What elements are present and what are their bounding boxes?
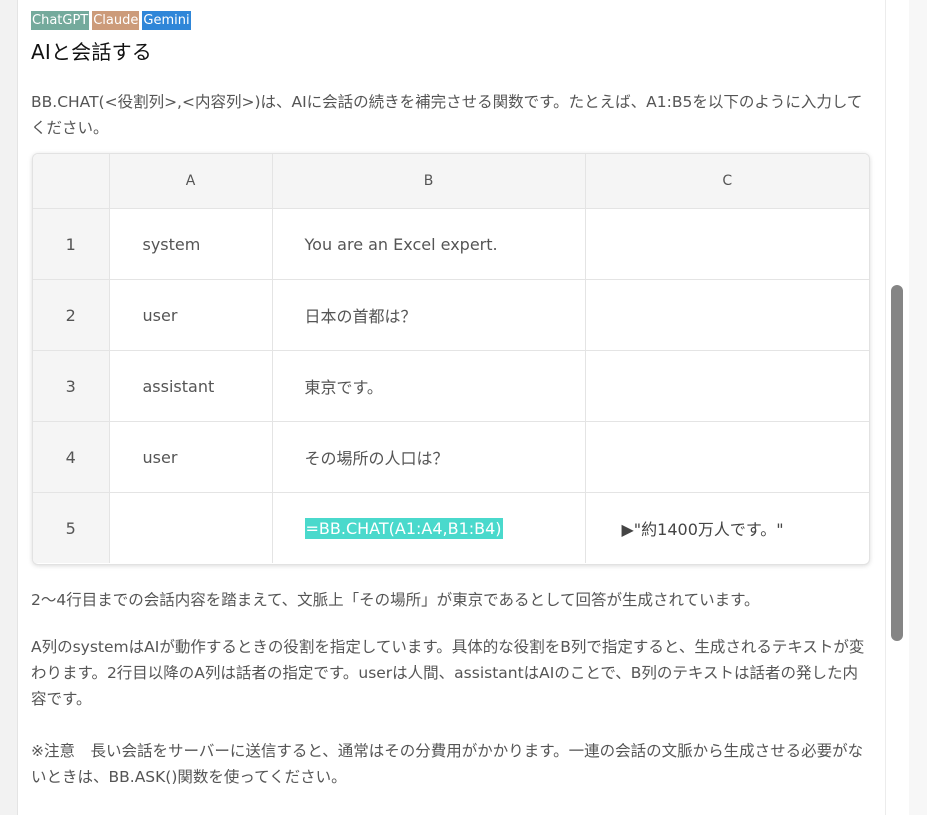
cell-b1: You are an Excel expert. (272, 208, 586, 280)
cell-a4: user (109, 421, 273, 493)
badge-chatgpt: ChatGPT (31, 11, 90, 30)
cell-c2 (585, 279, 869, 351)
table-row: 1 system You are an Excel expert. (33, 208, 869, 280)
cell-b4: その場所の人口は？ (272, 421, 586, 493)
column-header-c: C (585, 154, 869, 209)
badge-gemini: Gemini (142, 11, 191, 30)
row-number: 4 (33, 421, 110, 493)
row-number: 3 (33, 350, 110, 422)
note-paragraph: ※注意 長い会話をサーバーに送信すると、通常はその分費用がかかります。一連の会話… (31, 742, 864, 786)
spreadsheet-table: A B C 1 system You are an Excel expert. … (33, 154, 869, 563)
spreadsheet-example: A B C 1 system You are an Excel expert. … (32, 153, 870, 565)
cell-a1: system (109, 208, 273, 280)
explanation-paragraph-1: 2〜4行目までの会話内容を踏まえて、文脈上「その場所」が東京であるとして回答が生… (31, 591, 760, 609)
column-header-row: A B C (33, 154, 869, 209)
formula-highlight: =BB.CHAT(A1:A4,B1:B4) (304, 517, 503, 539)
cell-b5: =BB.CHAT(A1:A4,B1:B4) (272, 492, 586, 563)
row-number: 1 (33, 208, 110, 280)
cell-b2: 日本の首都は？ (272, 279, 586, 351)
cell-c4 (585, 421, 869, 493)
cell-a5 (109, 492, 273, 563)
scrollbar-thumb[interactable] (891, 285, 903, 641)
cell-c3 (585, 350, 869, 422)
window-edge (909, 0, 927, 815)
cell-a3: assistant (109, 350, 273, 422)
table-row: 3 assistant 東京です。 (33, 350, 869, 422)
cell-c1 (585, 208, 869, 280)
intro-paragraph: BB.CHAT(<役割列>,<内容列>)は、AIに会話の続きを補完させる関数です… (31, 93, 863, 137)
cell-a2: user (109, 279, 273, 351)
row-number: 5 (33, 492, 110, 563)
cell-c5: ▶"約1400万人です。" (585, 493, 869, 564)
row-number: 2 (33, 279, 110, 351)
table-row: 4 user その場所の人口は？ (33, 421, 869, 493)
corner-cell (33, 154, 110, 209)
explanation-paragraph-2: A列のsystemはAIが動作するときの役割を指定しています。具体的な役割をB列… (31, 638, 865, 708)
section-title: AIと会話する (31, 40, 152, 64)
table-row: 2 user 日本の首都は？ (33, 279, 869, 351)
result-value: ▶"約1400万人です。" (621, 520, 784, 539)
column-header-a: A (109, 154, 273, 209)
cell-b3: 東京です。 (272, 350, 586, 422)
column-header-b: B (272, 154, 586, 209)
badge-claude: Claude (92, 11, 140, 30)
table-row: 5 =BB.CHAT(A1:A4,B1:B4) ▶"約1400万人です。" (33, 492, 869, 564)
model-badges: ChatGPT Claude Gemini (31, 11, 191, 30)
